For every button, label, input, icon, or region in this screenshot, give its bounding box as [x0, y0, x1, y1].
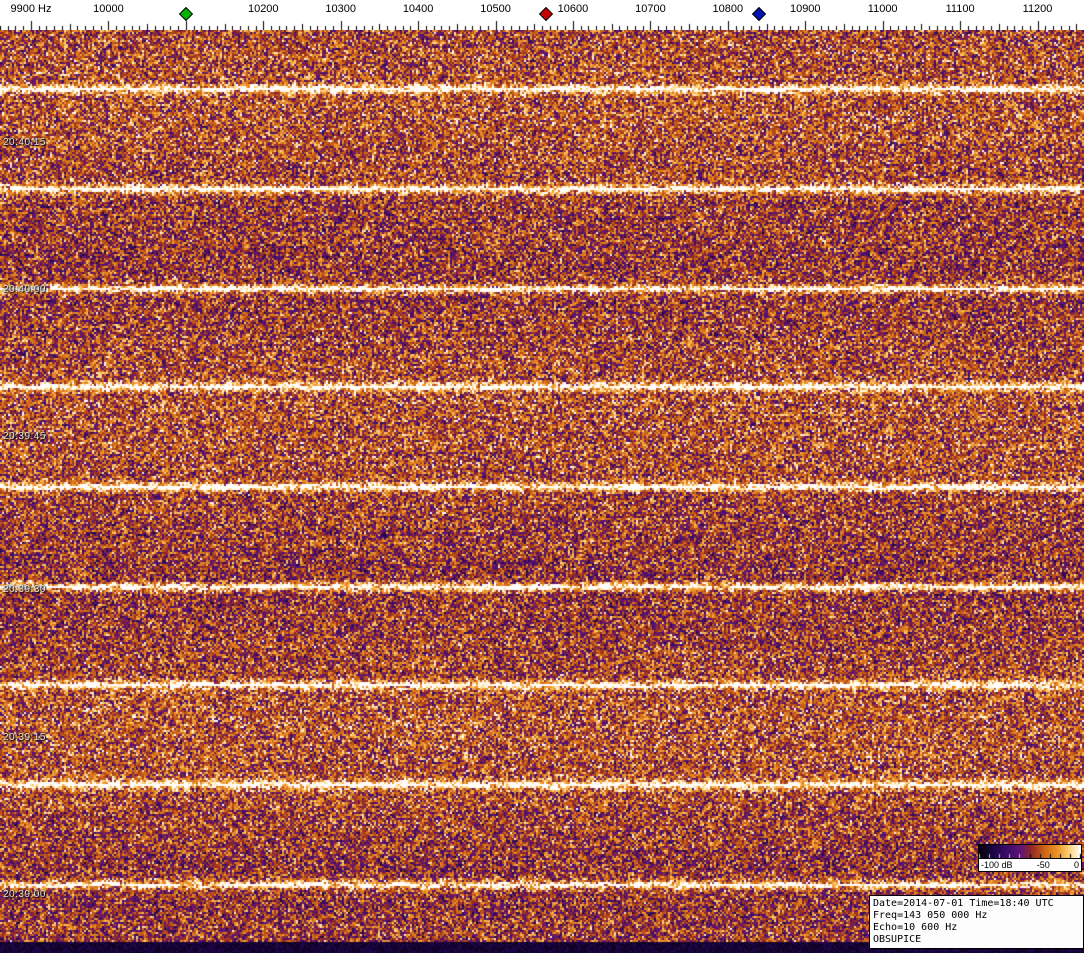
waterfall-display[interactable] [0, 30, 1084, 953]
color-scale-legend: -100 dB -50 0 [978, 844, 1082, 872]
freq-tick-label: 9900 Hz [10, 3, 52, 15]
time-label: 20:40:00 [3, 284, 46, 295]
freq-tick-label: 11200 [1022, 3, 1053, 15]
colorbar-labels: -100 dB -50 0 [978, 859, 1082, 872]
colorbar-mid-label: -50 [1036, 860, 1050, 870]
freq-tick-label: 10300 [325, 3, 356, 15]
freq-tick-label: 10400 [402, 3, 434, 15]
time-label: 20:39:00 [3, 889, 46, 900]
info-line-freq: Freq=143 050 000 Hz [873, 910, 988, 921]
colorbar-max-label: 0 [1073, 860, 1079, 870]
freq-tick-label: 11000 [867, 3, 898, 15]
freq-tick-label: 10000 [93, 3, 124, 15]
freq-tick-label: 11100 [945, 3, 975, 15]
info-line-station: OBSUPICE [873, 934, 922, 945]
freq-tick-label: 10700 [635, 3, 666, 15]
freq-tick-label: 10600 [557, 3, 589, 15]
freq-tick-label: 10200 [247, 3, 279, 15]
frequency-ruler: 9900 Hz 10000 10200 10300 10400 10500 10600 107… [0, 0, 1084, 30]
freq-tick-label: 10900 [789, 3, 821, 15]
info-line-date: Date=2014-07-01 Time=18:40 UTC [873, 898, 1054, 909]
freq-tick-label: 10800 [712, 3, 744, 15]
time-label: 20:39:30 [3, 584, 46, 595]
time-label: 20:39:45 [3, 431, 46, 442]
observation-info-box: Date=2014-07-01 Time=18:40 UTC Freq=143 … [869, 895, 1084, 949]
colorbar-min-label: -100 dB [981, 860, 1013, 870]
spectrogram-panel: 9900 Hz 10000 10200 10300 10400 10500 10600 107… [0, 0, 1084, 953]
colorbar-gradient [978, 844, 1082, 859]
time-label: 20:39:15 [3, 732, 46, 743]
freq-tick-label: 10500 [480, 3, 511, 15]
info-line-echo: Echo=10 600 Hz [873, 922, 958, 933]
time-label: 20:40:15 [3, 137, 46, 148]
